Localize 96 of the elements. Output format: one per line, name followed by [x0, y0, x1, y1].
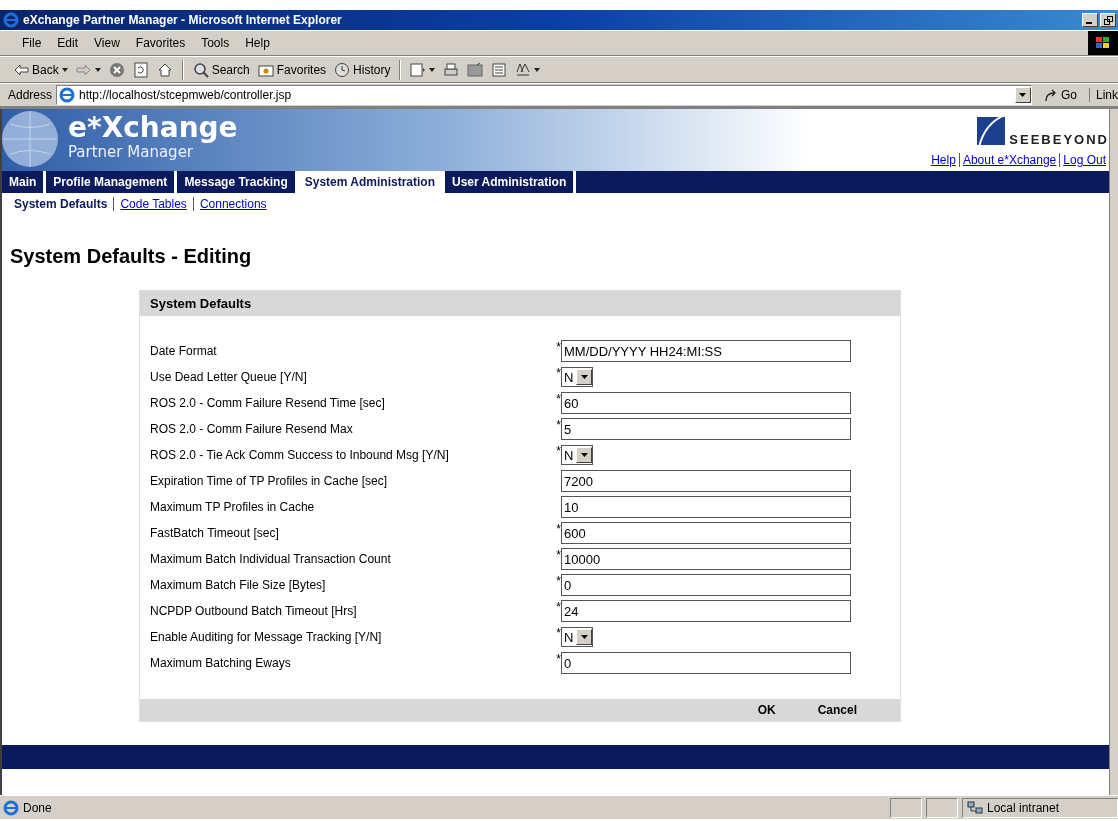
required-mark: *: [555, 340, 561, 354]
required-mark: *: [555, 548, 561, 562]
required-mark: *: [555, 418, 561, 432]
app-subtitle: Partner Manager: [68, 143, 194, 161]
text-field[interactable]: 10: [561, 496, 851, 518]
required-mark: *: [555, 366, 561, 380]
text-field[interactable]: 10000: [561, 548, 851, 570]
text-field[interactable]: 0: [561, 574, 851, 596]
go-button[interactable]: Go: [1035, 88, 1085, 102]
toolbar-button[interactable]: Back: [10, 59, 71, 80]
brand-name: SEEBEYOND: [1009, 132, 1109, 147]
text-field[interactable]: 24: [561, 600, 851, 622]
header-link[interactable]: Help: [928, 153, 959, 167]
field-label: Maximum TP Profiles in Cache: [149, 500, 316, 514]
menu-item[interactable]: Tools: [193, 34, 238, 52]
ie-icon: [3, 12, 19, 28]
app-name: e*Xchange: [68, 113, 238, 143]
toolbar-button[interactable]: History: [331, 59, 394, 80]
required-mark: *: [555, 444, 561, 458]
required-mark: *: [555, 652, 561, 666]
page-heading: System Defaults - Editing: [10, 245, 253, 268]
field-label: ROS 2.0 - Comm Failure Resend Time [sec]: [149, 396, 386, 410]
field-label: Use Dead Letter Queue [Y/N]: [149, 370, 308, 384]
restore-button[interactable]: [1100, 13, 1116, 27]
refresh-icon: [132, 61, 149, 78]
text-field[interactable]: 5: [561, 418, 851, 440]
required-mark: *: [555, 600, 561, 614]
caret-icon: [429, 67, 436, 72]
text-field[interactable]: 600: [561, 522, 851, 544]
stop-icon: [108, 61, 125, 78]
mail-icon: [410, 61, 427, 78]
required-mark: *: [555, 522, 561, 536]
dropdown-field[interactable]: N: [561, 445, 594, 465]
field-label: Maximum Batch Individual Transaction Count: [149, 552, 392, 566]
edit-icon: [467, 61, 484, 78]
fonts-icon: [515, 61, 532, 78]
page-icon: [3, 799, 19, 816]
nav-tab[interactable]: Main: [2, 171, 47, 193]
field-label: ROS 2.0 - Comm Failure Resend Max: [149, 422, 354, 436]
subnav-link[interactable]: System Defaults: [8, 197, 114, 211]
field-label: Date Format: [149, 344, 218, 358]
zone-text: Local intranet: [987, 800, 1060, 815]
go-arrow-icon: [1043, 88, 1058, 102]
scrollbar[interactable]: [1109, 109, 1118, 795]
field-label: FastBatch Timeout [sec]: [149, 526, 280, 540]
discuss-icon: [491, 61, 508, 78]
nav-tab[interactable]: Profile Management: [46, 171, 178, 193]
toolbar-button[interactable]: Favorites: [254, 59, 330, 80]
menu-item[interactable]: Favorites: [127, 34, 194, 52]
nav-tab[interactable]: System Administration: [297, 171, 445, 193]
window-title: eXchange Partner Manager - Microsoft Internet Explorer: [23, 13, 343, 27]
menu-item[interactable]: View: [86, 34, 128, 52]
field-label: ROS 2.0 - Tie Ack Comm Success to Inbound Msg [Y/N]: [149, 448, 450, 462]
text-field[interactable]: MM/DD/YYYY HH24:MI:SS: [561, 340, 851, 362]
text-field[interactable]: 0: [561, 652, 851, 674]
status-pane: [890, 797, 922, 818]
required-mark: *: [555, 392, 561, 406]
links-button[interactable]: Link: [1089, 88, 1118, 102]
toolbar-button[interactable]: Search: [189, 59, 253, 80]
address-field[interactable]: http://localhost/stcepmweb/controller.jsp: [56, 85, 1032, 105]
menu-item[interactable]: Help: [237, 34, 278, 52]
home-icon: [156, 61, 173, 78]
brand-logo-icon: [977, 115, 1006, 147]
network-icon: [967, 800, 983, 815]
menu-item[interactable]: File: [14, 34, 50, 52]
menu-item[interactable]: Edit: [49, 34, 87, 52]
subnav-link[interactable]: Code Tables: [114, 197, 193, 211]
nav-tab[interactable]: User Administration: [445, 171, 577, 193]
status-pane: [926, 797, 958, 818]
minimize-button[interactable]: [1082, 13, 1098, 27]
header-link[interactable]: Log Out: [1060, 153, 1109, 167]
field-label: Expiration Time of TP Profiles in Cache [sec]: [149, 474, 388, 488]
field-label: Maximum Batching Eways: [149, 656, 292, 670]
caret-icon: [94, 67, 101, 72]
address-label: Address: [8, 88, 53, 102]
status-text: Done: [23, 800, 53, 815]
history-icon: [334, 61, 351, 78]
required-mark: *: [555, 626, 561, 640]
field-label: NCPDP Outbound Batch Timeout [Hrs]: [149, 604, 358, 618]
field-label: Maximum Batch File Size [Bytes]: [149, 578, 327, 592]
text-field[interactable]: 60: [561, 392, 851, 414]
dropdown-field[interactable]: N: [561, 627, 594, 647]
restore-icon: [1103, 15, 1113, 25]
print-icon: [443, 61, 460, 78]
required-mark: *: [555, 574, 561, 588]
windows-logo-icon: [1088, 31, 1118, 55]
field-label: Enable Auditing for Message Tracking [Y/N]: [149, 630, 383, 644]
dropdown-field[interactable]: N: [561, 367, 594, 387]
page-icon: [59, 87, 76, 103]
caret-icon: [534, 67, 541, 72]
text-field[interactable]: 7200: [561, 470, 851, 492]
subnav-link[interactable]: Connections: [193, 197, 273, 211]
panel-title: System Defaults: [140, 291, 900, 316]
search-icon: [192, 61, 209, 78]
caret-icon: [61, 67, 68, 72]
header-link[interactable]: About e*Xchange: [959, 153, 1060, 167]
